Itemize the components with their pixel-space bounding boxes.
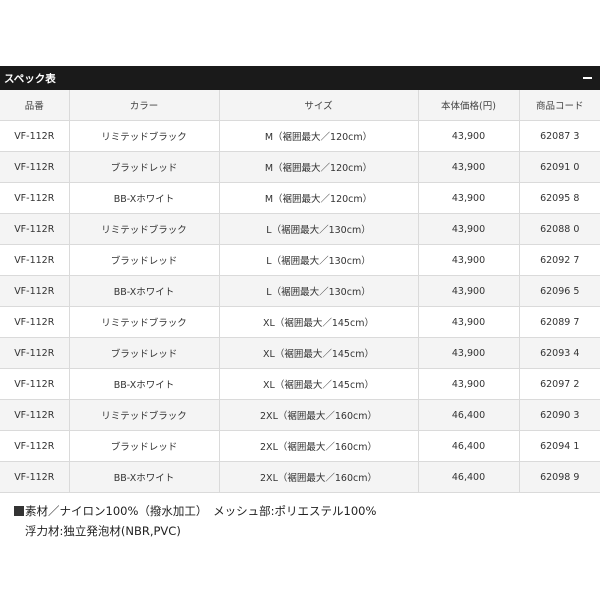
price-cell: 43,900	[418, 306, 520, 338]
size-cell: 2XL（裾囲最大／160cm）	[219, 399, 419, 431]
black-square-icon	[14, 506, 24, 516]
price-cell: 43,900	[418, 213, 520, 245]
part-number-cell: VF-112R	[0, 368, 70, 400]
product-code-cell: 62098 9	[519, 461, 600, 493]
product-code-cell: 62089 7	[519, 306, 600, 338]
product-notes: 素材／ナイロン100%（撥水加工） メッシュ部:ポリエステル100% 浮力材:独…	[0, 493, 600, 541]
part-number-cell: VF-112R	[0, 244, 70, 276]
size-cell: M（裾囲最大／120cm）	[219, 182, 419, 214]
column-header-part-number: 品番	[0, 90, 70, 121]
part-number-cell: VF-112R	[0, 430, 70, 462]
part-number-cell: VF-112R	[0, 120, 70, 152]
table-row: VF-112R リミテッドブラック M（裾囲最大／120cm） 43,900 62087…	[0, 120, 600, 152]
color-cell: BB-Xホワイト	[69, 368, 220, 400]
material-note: 素材／ナイロン100%（撥水加工） メッシュ部:ポリエステル100%	[14, 501, 600, 521]
column-header-size: サイズ	[219, 90, 419, 121]
color-cell: ブラッドレッド	[69, 337, 220, 369]
material-text: 素材／ナイロン100%（撥水加工） メッシュ部:ポリエステル100%	[25, 504, 377, 518]
part-number-cell: VF-112R	[0, 461, 70, 493]
color-cell: リミテッドブラック	[69, 399, 220, 431]
table-header-row: 品番 カラー サイズ 本体価格(円) 商品コード	[0, 90, 600, 121]
part-number-cell: VF-112R	[0, 182, 70, 214]
product-code-cell: 62092 7	[519, 244, 600, 276]
price-cell: 46,400	[418, 430, 520, 462]
price-cell: 46,400	[418, 461, 520, 493]
spec-section: スペック表 品番 カラー サイズ 本体価格(円) 商品コード VF-112R リミ…	[0, 66, 600, 541]
color-cell: リミテッドブラック	[69, 213, 220, 245]
color-cell: リミテッドブラック	[69, 120, 220, 152]
size-cell: XL（裾囲最大／145cm）	[219, 337, 419, 369]
part-number-cell: VF-112R	[0, 151, 70, 183]
column-header-product-code: 商品コード	[519, 90, 600, 121]
spec-table: 品番 カラー サイズ 本体価格(円) 商品コード VF-112R リミテッドブラッ…	[0, 90, 600, 493]
table-row: VF-112R ブラッドレッド 2XL（裾囲最大／160cm） 46,400 62094…	[0, 430, 600, 462]
float-text: 浮力材:独立発泡材(NBR,PVC)	[25, 524, 181, 538]
table-row: VF-112R ブラッドレッド XL（裾囲最大／145cm） 43,900 62093 …	[0, 337, 600, 369]
size-cell: 2XL（裾囲最大／160cm）	[219, 430, 419, 462]
part-number-cell: VF-112R	[0, 337, 70, 369]
price-cell: 43,900	[418, 182, 520, 214]
product-code-cell: 62093 4	[519, 337, 600, 369]
product-code-cell: 62096 5	[519, 275, 600, 307]
price-cell: 43,900	[418, 337, 520, 369]
product-code-cell: 62091 0	[519, 151, 600, 183]
product-code-cell: 62087 3	[519, 120, 600, 152]
part-number-cell: VF-112R	[0, 275, 70, 307]
product-code-cell: 62090 3	[519, 399, 600, 431]
spec-header-bar: スペック表	[0, 66, 600, 90]
table-row: VF-112R リミテッドブラック XL（裾囲最大／145cm） 43,900 6208…	[0, 306, 600, 338]
table-row: VF-112R ブラッドレッド M（裾囲最大／120cm） 43,900 62091 0	[0, 151, 600, 183]
table-row: VF-112R BB-Xホワイト 2XL（裾囲最大／160cm） 46,400 6209…	[0, 461, 600, 493]
product-code-cell: 62094 1	[519, 430, 600, 462]
product-code-cell: 62097 2	[519, 368, 600, 400]
part-number-cell: VF-112R	[0, 306, 70, 338]
price-cell: 43,900	[418, 368, 520, 400]
table-row: VF-112R ブラッドレッド L（裾囲最大／130cm） 43,900 62092 7	[0, 244, 600, 276]
table-row: VF-112R リミテッドブラック L（裾囲最大／130cm） 43,900 62088…	[0, 213, 600, 245]
part-number-cell: VF-112R	[0, 399, 70, 431]
color-cell: BB-Xホワイト	[69, 182, 220, 214]
price-cell: 43,900	[418, 244, 520, 276]
color-cell: BB-Xホワイト	[69, 461, 220, 493]
size-cell: M（裾囲最大／120cm）	[219, 120, 419, 152]
size-cell: L（裾囲最大／130cm）	[219, 213, 419, 245]
color-cell: ブラッドレッド	[69, 244, 220, 276]
table-row: VF-112R BB-Xホワイト XL（裾囲最大／145cm） 43,900 62097…	[0, 368, 600, 400]
color-cell: ブラッドレッド	[69, 151, 220, 183]
price-cell: 46,400	[418, 399, 520, 431]
color-cell: BB-Xホワイト	[69, 275, 220, 307]
price-cell: 43,900	[418, 120, 520, 152]
size-cell: L（裾囲最大／130cm）	[219, 275, 419, 307]
column-header-price: 本体価格(円)	[418, 90, 520, 121]
product-code-cell: 62088 0	[519, 213, 600, 245]
table-row: VF-112R BB-Xホワイト M（裾囲最大／120cm） 43,900 62095 …	[0, 182, 600, 214]
spec-title: スペック表	[4, 72, 56, 85]
price-cell: 43,900	[418, 151, 520, 183]
color-cell: リミテッドブラック	[69, 306, 220, 338]
size-cell: L（裾囲最大／130cm）	[219, 244, 419, 276]
column-header-color: カラー	[69, 90, 220, 121]
minus-icon	[582, 77, 592, 79]
product-code-cell: 62095 8	[519, 182, 600, 214]
size-cell: XL（裾囲最大／145cm）	[219, 306, 419, 338]
collapse-button[interactable]	[580, 71, 594, 85]
size-cell: XL（裾囲最大／145cm）	[219, 368, 419, 400]
table-row: VF-112R リミテッドブラック 2XL（裾囲最大／160cm） 46,400 620…	[0, 399, 600, 431]
color-cell: ブラッドレッド	[69, 430, 220, 462]
table-row: VF-112R BB-Xホワイト L（裾囲最大／130cm） 43,900 62096 …	[0, 275, 600, 307]
size-cell: M（裾囲最大／120cm）	[219, 151, 419, 183]
price-cell: 43,900	[418, 275, 520, 307]
table-body: VF-112R リミテッドブラック M（裾囲最大／120cm） 43,900 62087…	[0, 120, 600, 493]
float-note: 浮力材:独立発泡材(NBR,PVC)	[14, 521, 600, 541]
part-number-cell: VF-112R	[0, 213, 70, 245]
size-cell: 2XL（裾囲最大／160cm）	[219, 461, 419, 493]
